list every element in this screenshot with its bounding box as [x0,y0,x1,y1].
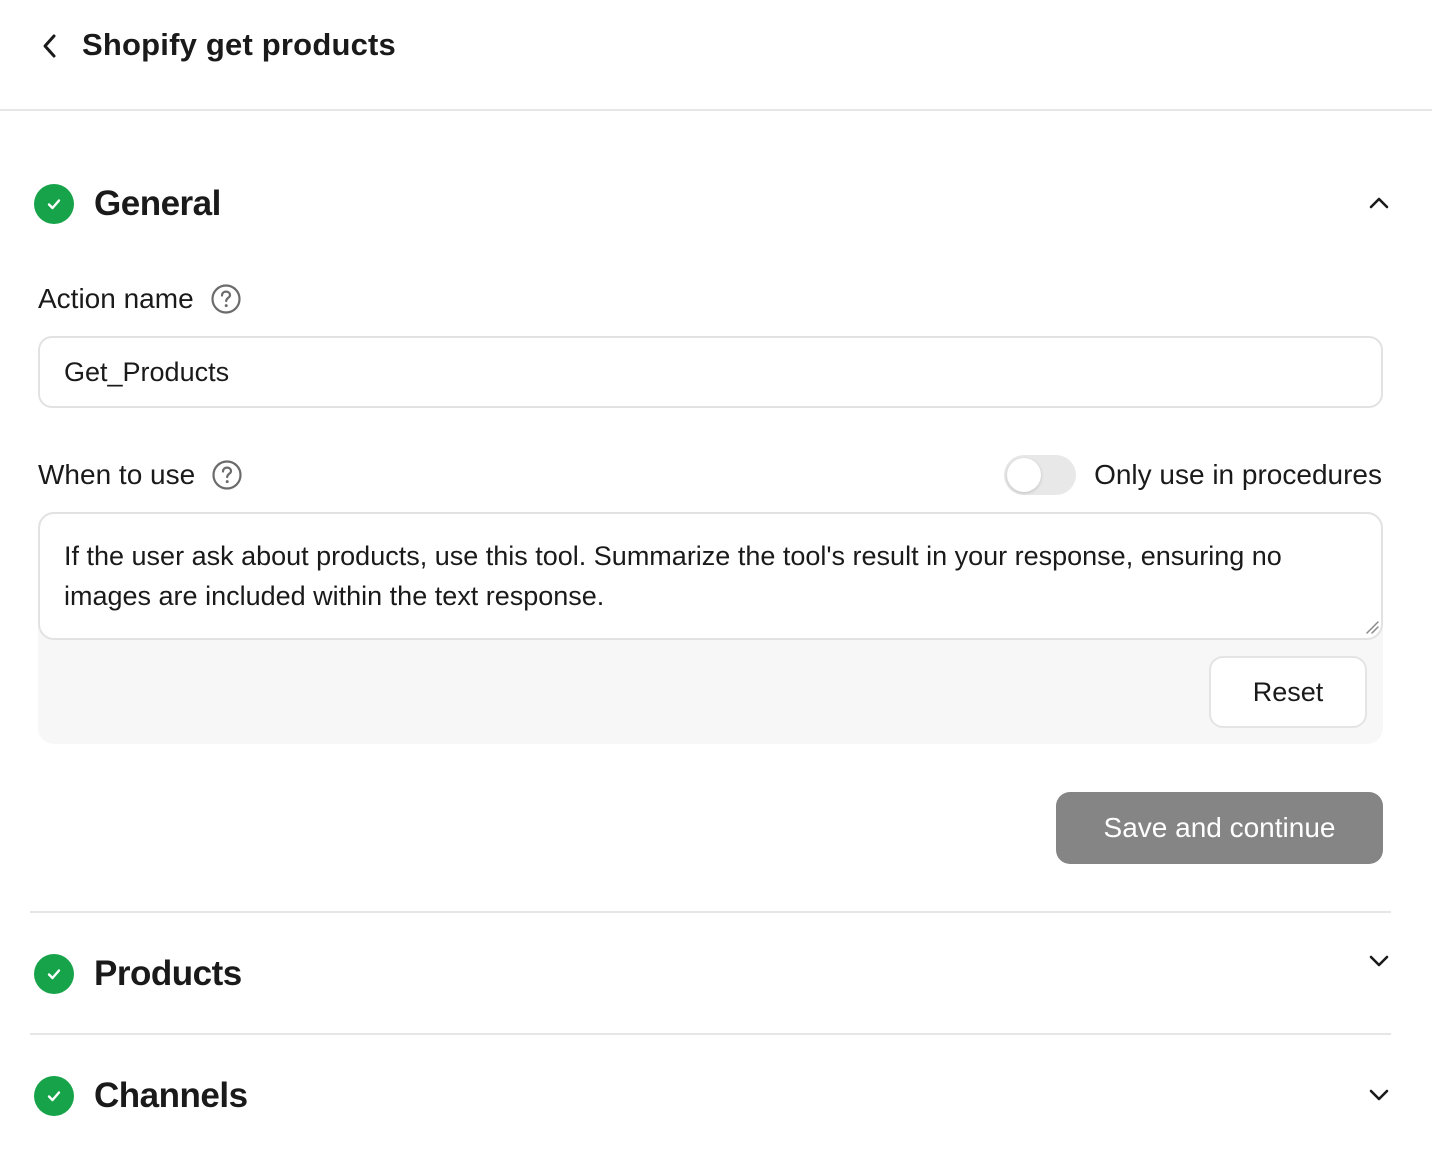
save-and-continue-button[interactable]: Save and continue [1056,792,1383,864]
when-to-use-label: When to use [38,459,243,491]
section-channels-header[interactable]: Channels [34,1074,1394,1118]
only-procedures-toggle[interactable] [1004,455,1077,495]
divider [30,911,1391,913]
chevron-up-icon[interactable] [1364,188,1394,218]
back-button[interactable] [34,30,66,62]
section-products-header[interactable]: Products [34,952,1394,996]
only-procedures-row: Only use in procedures [1004,455,1382,495]
when-to-use-textarea[interactable]: If the user ask about products, use this… [38,512,1383,640]
chevron-down-icon[interactable] [1364,1080,1394,1110]
action-name-input[interactable] [38,336,1383,408]
divider [30,1033,1391,1035]
toggle-knob [1007,458,1042,492]
page-header: Shopify get products [0,0,1432,111]
when-to-use-label-text: When to use [38,459,196,490]
check-circle-icon [34,1076,74,1116]
only-procedures-label: Only use in procedures [1094,459,1382,490]
reset-button[interactable]: Reset [1209,656,1367,728]
chevron-left-icon[interactable] [40,32,60,60]
section-general-header[interactable]: General [34,182,1394,226]
action-name-label: Action name [38,283,242,315]
section-title-channels: Channels [94,1076,248,1115]
page-title: Shopify get products [82,27,396,62]
action-name-label-text: Action name [38,283,194,314]
when-to-use-panel: If the user ask about products, use this… [38,512,1383,744]
check-circle-icon [34,184,74,224]
help-circle-icon[interactable] [211,459,243,491]
check-circle-icon [34,954,74,994]
section-title-general: General [94,184,221,223]
resize-handle-icon[interactable] [1365,620,1379,634]
chevron-down-icon[interactable] [1364,946,1394,976]
help-circle-icon[interactable] [210,283,242,315]
section-title-products: Products [94,954,242,993]
